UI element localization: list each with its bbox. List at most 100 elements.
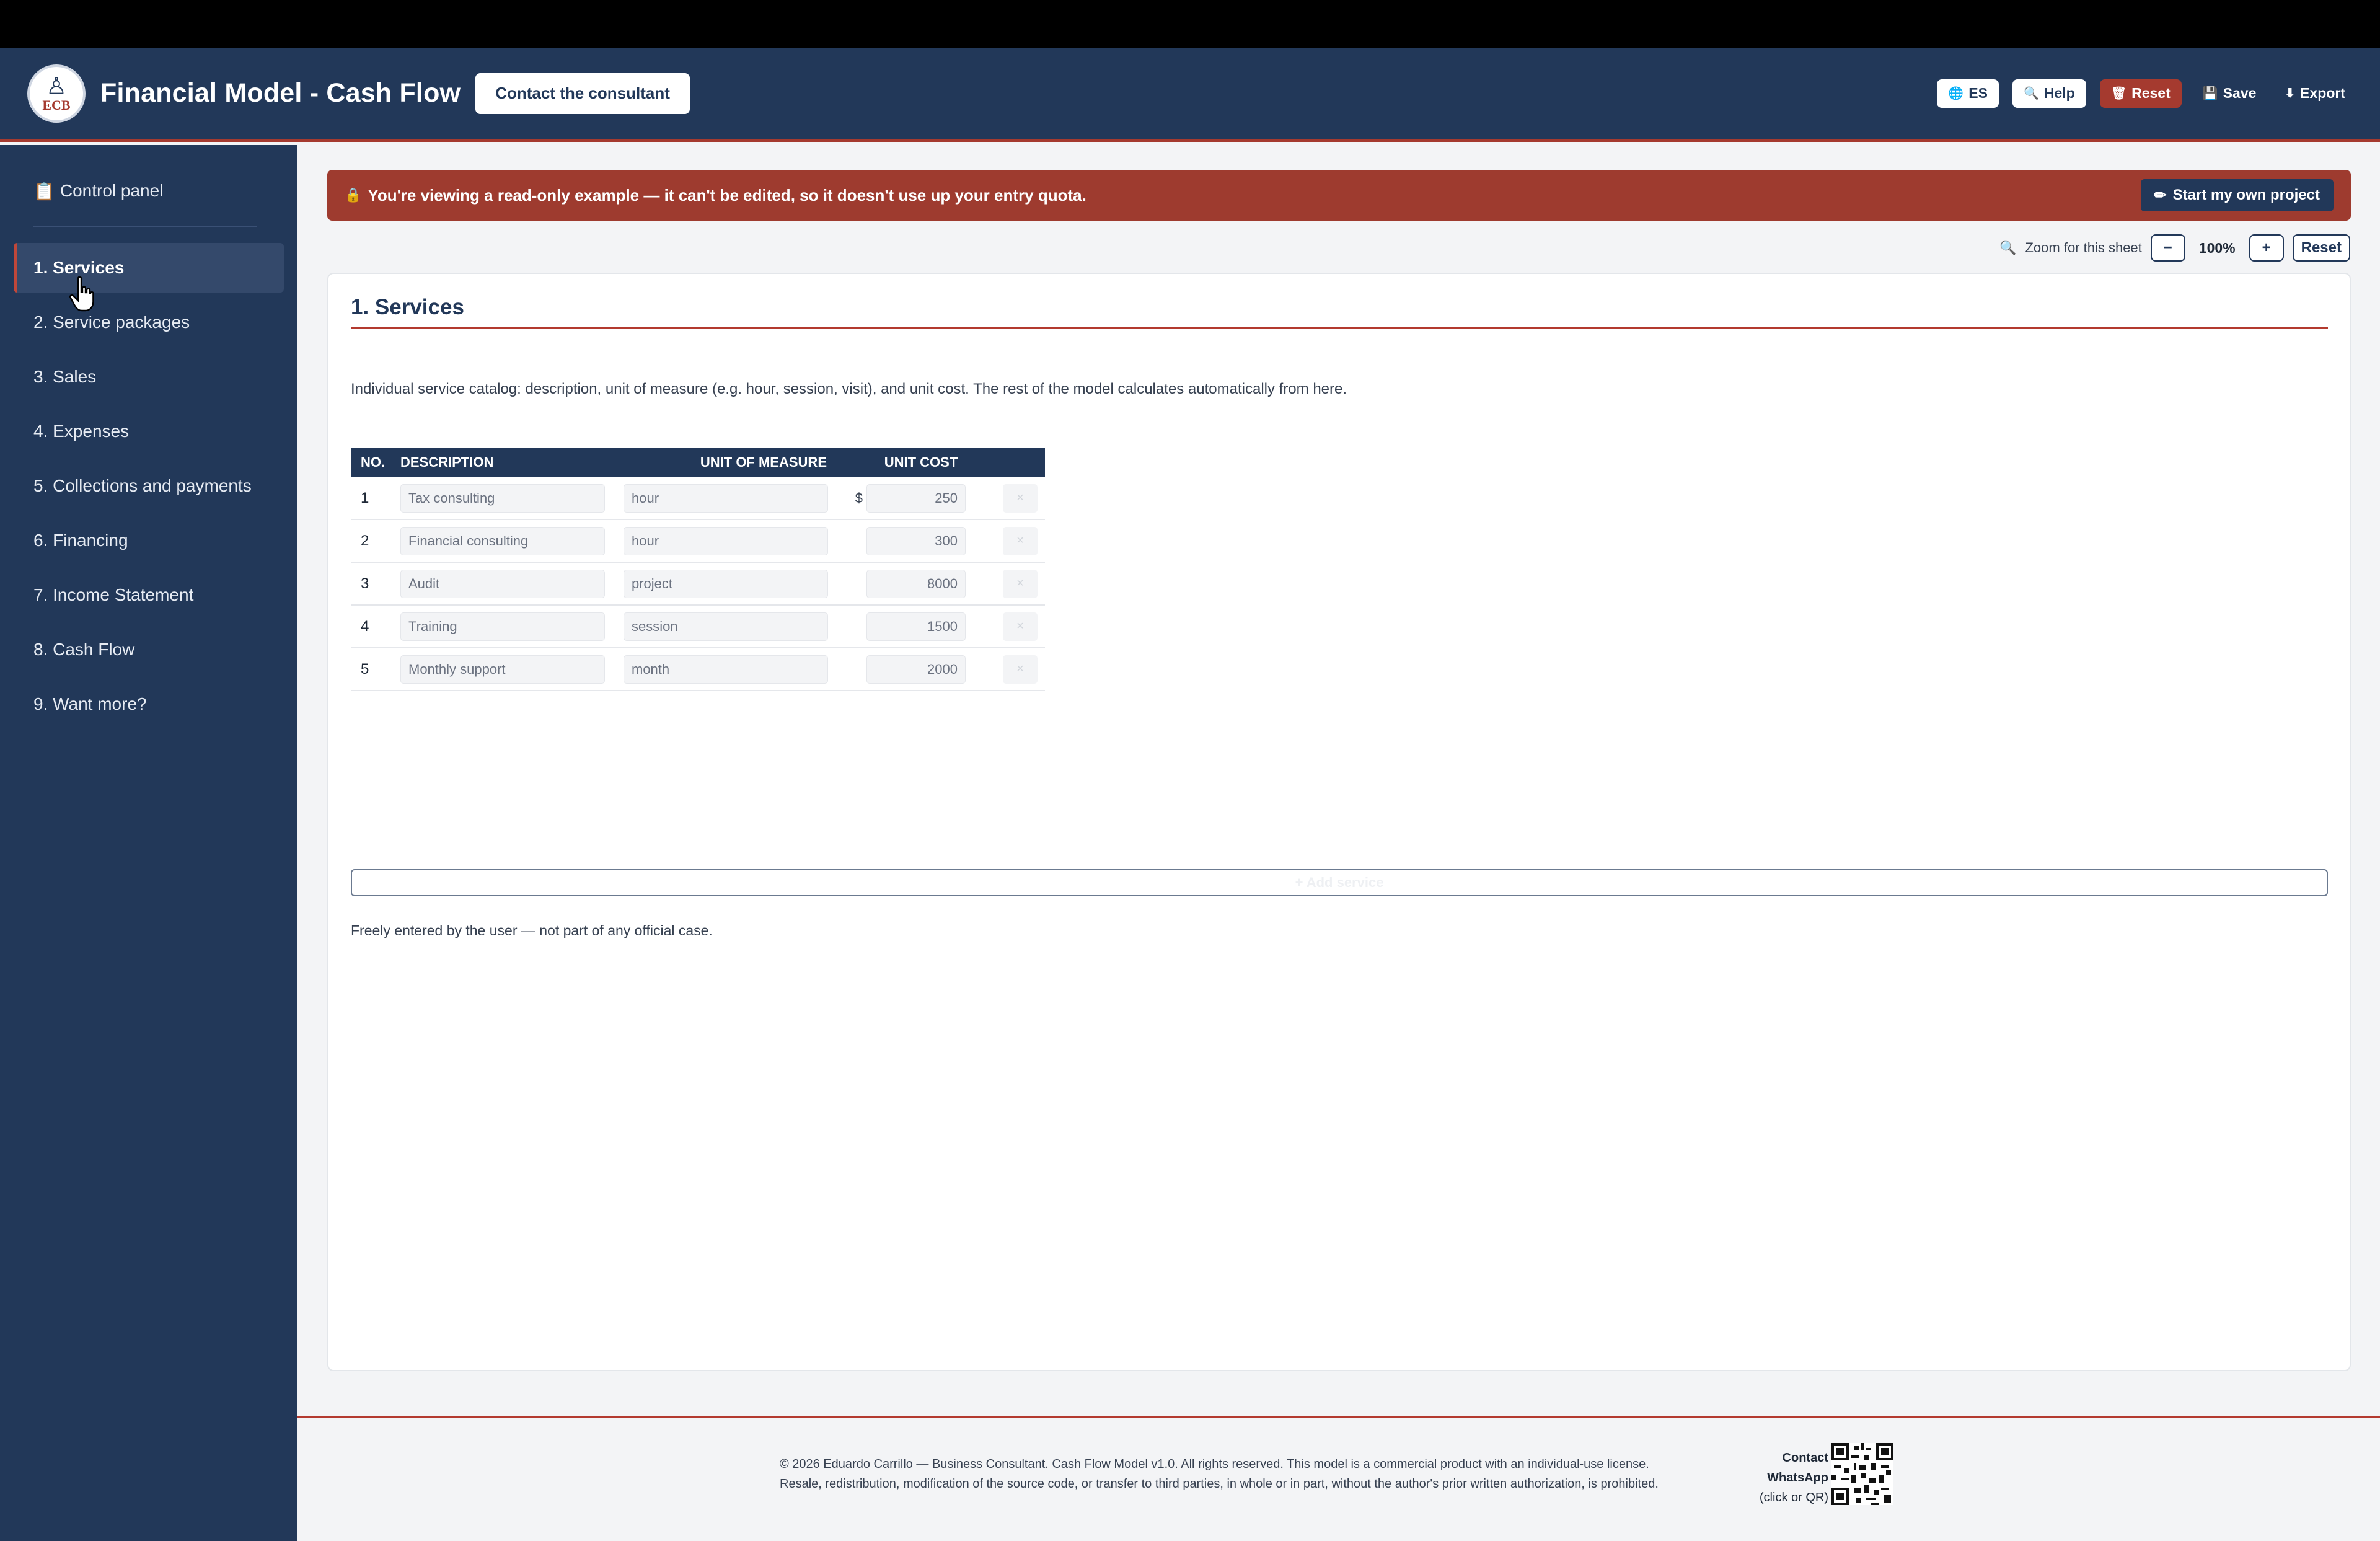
header-actions: 🌐 ES 🔍 Help 🗑 Reset 💾 Save ⬇ Export xyxy=(1937,79,2353,108)
sidebar: 📋 Control panel 1. Services 2. Service p… xyxy=(0,145,298,1541)
contact-whatsapp: WhatsApp xyxy=(1767,1471,1828,1485)
reset-button[interactable]: 🗑 Reset xyxy=(2099,79,2182,108)
copyright-line-1: © 2026 Eduardo Carrillo — Business Consu… xyxy=(780,1457,1649,1471)
export-label: Export xyxy=(2300,85,2345,101)
magnifier-icon: 🔍 xyxy=(2023,87,2039,100)
unit-cost-input[interactable]: 8000 xyxy=(866,569,966,598)
zoom-value: 100% xyxy=(2198,239,2236,256)
table-row: 3 Audit project 8000 × xyxy=(351,563,1045,606)
currency-symbol: $ xyxy=(855,490,863,506)
unit-cost-input[interactable]: 2000 xyxy=(866,655,966,684)
unit-input[interactable]: hour xyxy=(624,526,828,555)
row-number: 1 xyxy=(361,489,369,506)
pencil-icon: ✏ xyxy=(2154,187,2167,204)
services-table: NO. DESCRIPTION UNIT OF MEASURE UNIT COS… xyxy=(351,448,1045,691)
description-input[interactable]: Training xyxy=(400,612,605,641)
start-project-button[interactable]: ✏ Start my own project xyxy=(2140,179,2334,211)
zoom-in-button[interactable]: + xyxy=(2249,234,2284,262)
unit-input[interactable]: hour xyxy=(624,483,828,513)
zoom-magnifier-icon: 🔍 xyxy=(1999,240,2017,255)
logo-figure-icon: ♙ xyxy=(45,73,68,100)
delete-row-button[interactable]: × xyxy=(1003,483,1038,513)
column-header-cost: UNIT COST xyxy=(884,454,958,470)
delete-row-button[interactable]: × xyxy=(1003,612,1038,641)
help-label: Help xyxy=(2043,85,2075,101)
sheet-title: 1. Services xyxy=(351,295,464,319)
control-panel-label: Control panel xyxy=(60,181,164,200)
table-header: NO. DESCRIPTION UNIT OF MEASURE UNIT COS… xyxy=(351,448,1045,477)
description-input[interactable]: Monthly support xyxy=(400,655,605,684)
row-number: 2 xyxy=(361,532,369,549)
sidebar-item-collections-payments[interactable]: 5. Collections and payments xyxy=(14,461,284,511)
trash-icon: 🗑 xyxy=(2110,87,2127,100)
globe-icon: 🌐 xyxy=(1948,87,1964,100)
whatsapp-contact-link[interactable]: Contact WhatsApp (click or QR) xyxy=(1742,1448,1828,1508)
title-divider xyxy=(351,327,2328,329)
export-button[interactable]: ⬇ Export xyxy=(2277,79,2353,108)
copyright-text: © 2026 Eduardo Carrillo — Business Consu… xyxy=(780,1454,1659,1494)
zoom-reset-button[interactable]: Reset xyxy=(2292,234,2350,262)
sheet-description: Individual service catalog: description,… xyxy=(351,381,1347,397)
sidebar-item-services[interactable]: 1. Services xyxy=(14,243,284,293)
help-button[interactable]: 🔍 Help xyxy=(2012,79,2086,108)
add-service-button[interactable]: + Add service xyxy=(351,869,2328,896)
app-header: ♙ ECB Financial Model - Cash Flow Contac… xyxy=(0,48,2380,142)
sidebar-control-panel[interactable]: 📋 Control panel xyxy=(0,172,298,210)
language-button[interactable]: 🌐 ES xyxy=(1937,79,1999,108)
sidebar-item-service-packages[interactable]: 2. Service packages xyxy=(14,298,284,347)
column-header-description: DESCRIPTION xyxy=(400,454,494,470)
sidebar-item-want-more[interactable]: 9. Want more? xyxy=(14,679,284,729)
main-content: 🔒 You're viewing a read-only example — i… xyxy=(298,145,2380,1416)
table-row: 1 Tax consulting hour $250 × xyxy=(351,477,1045,520)
ecb-logo: ♙ ECB xyxy=(27,64,86,123)
unit-input[interactable]: session xyxy=(624,612,828,641)
services-sheet: 1. Services Individual service catalog: … xyxy=(327,273,2351,1371)
unit-cost-input[interactable]: 300 xyxy=(866,526,966,555)
unit-cost-input[interactable]: 250 xyxy=(866,483,966,513)
row-number: 5 xyxy=(361,660,369,678)
read-only-banner: 🔒 You're viewing a read-only example — i… xyxy=(327,170,2351,221)
hand-cursor-icon xyxy=(69,276,94,312)
qr-code-icon[interactable] xyxy=(1831,1443,1893,1505)
contact-consultant-button[interactable]: Contact the consultant xyxy=(475,73,690,114)
language-label: ES xyxy=(1968,85,1988,101)
contact-hint: (click or QR) xyxy=(1759,1491,1828,1504)
banner-text: You're viewing a read-only example — it … xyxy=(368,185,1086,205)
table-row: 5 Monthly support month 2000 × xyxy=(351,648,1045,691)
sidebar-item-cash-flow[interactable]: 8. Cash Flow xyxy=(14,625,284,674)
unit-input[interactable]: month xyxy=(624,655,828,684)
column-header-no: NO. xyxy=(361,454,386,470)
column-header-unit: UNIT OF MEASURE xyxy=(700,454,827,470)
sidebar-item-expenses[interactable]: 4. Expenses xyxy=(14,407,284,456)
download-icon: ⬇ xyxy=(2285,87,2296,100)
zoom-out-button[interactable]: − xyxy=(2150,234,2185,262)
copyright-line-2: Resale, redistribution, modification of … xyxy=(780,1477,1659,1491)
description-input[interactable]: Audit xyxy=(400,569,605,598)
row-number: 3 xyxy=(361,575,369,592)
reset-label: Reset xyxy=(2131,85,2171,101)
description-input[interactable]: Financial consulting xyxy=(400,526,605,555)
save-button[interactable]: 💾 Save xyxy=(2195,79,2264,108)
sidebar-item-financing[interactable]: 6. Financing xyxy=(14,516,284,565)
clipboard-icon: 📋 xyxy=(33,181,55,201)
unit-cost-input[interactable]: 1500 xyxy=(866,612,966,641)
start-project-label: Start my own project xyxy=(2172,187,2320,203)
sidebar-item-income-statement[interactable]: 7. Income Statement xyxy=(14,570,284,620)
logo-text: ECB xyxy=(42,97,71,113)
row-number: 4 xyxy=(361,617,369,635)
footer: © 2026 Eduardo Carrillo — Business Consu… xyxy=(298,1416,2380,1541)
zoom-label: Zoom for this sheet xyxy=(2025,240,2142,255)
description-input[interactable]: Tax consulting xyxy=(400,483,605,513)
delete-row-button[interactable]: × xyxy=(1003,655,1038,684)
table-row: 2 Financial consulting hour 300 × xyxy=(351,520,1045,563)
os-top-bar xyxy=(0,0,2380,48)
delete-row-button[interactable]: × xyxy=(1003,526,1038,555)
delete-row-button[interactable]: × xyxy=(1003,569,1038,598)
unit-input[interactable]: project xyxy=(624,569,828,598)
floppy-icon: 💾 xyxy=(2202,87,2218,100)
sidebar-item-sales[interactable]: 3. Sales xyxy=(14,352,284,402)
zoom-controls: 🔍 Zoom for this sheet − 100% + Reset xyxy=(1999,234,2350,262)
contact-title: Contact xyxy=(1782,1451,1828,1465)
sheet-note: Freely entered by the user — not part of… xyxy=(351,922,713,938)
table-row: 4 Training session 1500 × xyxy=(351,606,1045,648)
